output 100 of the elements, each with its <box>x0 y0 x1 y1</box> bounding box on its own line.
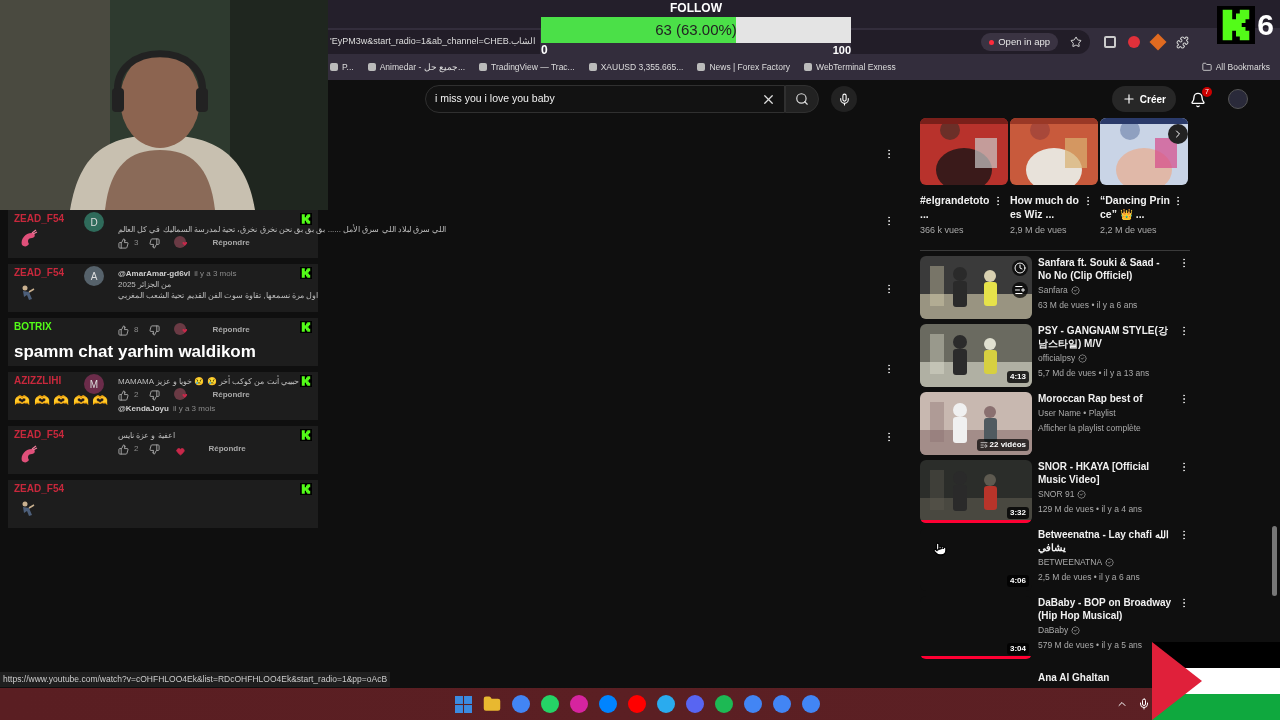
video-title[interactable]: DaBaby - BOP on Broadway (Hip Hop Musical) <box>1038 596 1172 622</box>
goal-max: 100 <box>832 43 851 57</box>
search-text: i miss you i love you baby <box>435 91 555 107</box>
dislike-icon[interactable] <box>149 443 161 455</box>
app-icon[interactable] <box>628 695 646 713</box>
video-title[interactable]: Sanfara ft. Souki & Saad - No No (Clip Officiel) <box>1038 256 1172 282</box>
bookmark-star-icon[interactable] <box>1070 36 1082 48</box>
bookmark-link[interactable]: XAUUSD 3,355.665... <box>588 60 684 74</box>
like-icon[interactable] <box>118 237 129 249</box>
k-logo-icon <box>300 375 312 387</box>
open-in-app-button[interactable]: Open in app <box>981 33 1058 51</box>
app-icon[interactable] <box>599 695 617 713</box>
reply-button[interactable]: Répondre <box>212 389 250 401</box>
chat-username: AZIZZLIHI <box>14 374 62 387</box>
notifications-icon[interactable] <box>1190 92 1206 108</box>
all-bookmarks-link[interactable]: All Bookmarks <box>1201 60 1270 74</box>
video-meta: 579 M de vues • il y a 5 ans <box>1038 638 1144 652</box>
video-duration: 3:04 <box>1007 643 1029 655</box>
goal-min: 0 <box>541 43 548 57</box>
bookmark-link[interactable]: News | Forex Factory <box>697 60 790 74</box>
bookmark-link[interactable]: TradingView — Trac... <box>479 60 575 74</box>
short-title[interactable]: #elgrandetoto ... <box>920 193 992 221</box>
video-title[interactable]: Ana Al Ghaltan <box>1038 672 1110 683</box>
kick-logo-icon <box>1217 5 1256 45</box>
comment-author[interactable]: @KendaJoyu <box>118 403 169 414</box>
playlist-link[interactable]: Afficher la playlist complète <box>1038 421 1172 435</box>
bookmark-link[interactable]: P... <box>330 60 354 74</box>
chat-username: ZEAD_F54 <box>14 212 64 225</box>
app-icon[interactable] <box>744 695 762 713</box>
address-bar[interactable]: 'EyPM3w&start_radio=1&ab_channel=CHEB.الشاب <box>328 30 540 54</box>
chat-username: ZEAD_F54 <box>14 428 64 441</box>
like-icon[interactable] <box>118 389 129 401</box>
video-title[interactable]: Betweenatna - Lay chafi الله يشافي <box>1038 528 1172 554</box>
search-button[interactable] <box>785 85 819 113</box>
video-meta: 63 M de vues • il y a 6 ans <box>1038 298 1139 312</box>
search-icon <box>795 92 809 106</box>
app-icon[interactable] <box>657 695 675 713</box>
bookmark-link[interactable]: WebTerminal Exness <box>804 60 896 74</box>
url-text: 'EyPM3w&start_radio=1&ab_channel=CHEB.الشاب <box>330 35 537 49</box>
chat-username: BOTRIX <box>14 320 52 333</box>
channel-name[interactable]: BETWEENATNA <box>1038 556 1103 569</box>
app-icon[interactable] <box>802 695 820 713</box>
channel-name[interactable]: Sanfara <box>1038 284 1068 297</box>
search-field[interactable]: i miss you i love you baby <box>425 85 785 113</box>
goal-title: FOLLOW <box>670 0 722 17</box>
reply-button[interactable]: Répondre <box>208 443 246 455</box>
chat-username: ZEAD_F54 <box>14 482 64 495</box>
app-icon[interactable] <box>570 695 588 713</box>
video-title[interactable]: SNOR - HKAYA [Official Music Video] <box>1038 460 1172 486</box>
playlist-count: 22 vidéos <box>976 439 1029 451</box>
windows-icon[interactable] <box>455 695 472 713</box>
video-title[interactable]: PSY - GANGNAM STYLE(강남스타일) M/V <box>1038 324 1172 350</box>
like-count: 8 <box>134 324 139 336</box>
voice-search-button[interactable] <box>831 86 857 112</box>
app-icon[interactable] <box>686 695 704 713</box>
avatar: D <box>84 212 104 232</box>
dislike-icon[interactable] <box>149 237 161 249</box>
microphone-icon[interactable] <box>1138 698 1150 710</box>
comment-time: il y a 3 mois <box>172 403 216 414</box>
app-icon[interactable] <box>715 695 733 713</box>
like-icon[interactable] <box>118 324 129 336</box>
create-button[interactable]: Créer <box>1111 86 1176 112</box>
chat-message: 🫶 🫶 🫶 🫶 🫶 <box>14 393 109 409</box>
extensions-icon[interactable] <box>1176 35 1189 49</box>
like-count: 3 <box>134 237 139 249</box>
video-title[interactable]: Moroccan Rap best of <box>1038 392 1172 405</box>
channel-name[interactable]: DaBaby <box>1038 624 1069 637</box>
bookmark-link[interactable]: Animedar - جميع حل... <box>367 60 466 74</box>
scrollbar-thumb[interactable] <box>1272 526 1277 596</box>
dislike-icon[interactable] <box>149 389 161 401</box>
app-icon[interactable] <box>512 695 530 713</box>
channel-name[interactable]: officialpsy <box>1038 352 1076 365</box>
video-duration: 3:32 <box>1007 507 1029 519</box>
extension-icon[interactable] <box>1104 36 1116 48</box>
reply-button[interactable]: Répondre <box>212 237 250 249</box>
microphone-icon <box>837 92 851 106</box>
comment-text: اعفية و عزة نايس <box>118 430 175 441</box>
chat-message: spamm chat yarhim waldikom <box>14 341 256 363</box>
k-logo-icon <box>300 429 312 441</box>
k-logo-icon <box>300 213 312 225</box>
channel-name[interactable]: SNOR 91 <box>1038 488 1075 501</box>
folder-icon[interactable] <box>483 695 501 713</box>
video-duration: 4:06 <box>1007 575 1029 587</box>
counter: 6 <box>1257 8 1274 42</box>
like-icon[interactable] <box>118 443 129 455</box>
dislike-icon[interactable] <box>149 324 161 336</box>
short-title[interactable]: “Dancing Prince” 👑 ... <box>1100 193 1172 221</box>
goal-reading: 63 (63.00%) <box>655 19 737 40</box>
plus-icon <box>1121 92 1136 106</box>
video-duration: 4:13 <box>1007 371 1029 383</box>
comment-text: اول مرة نسمعها, تقاوة سوت الفن القديم تحية الشعب المغربي <box>118 290 319 301</box>
reply-button[interactable]: Répondre <box>212 324 250 336</box>
app-icon[interactable] <box>541 695 559 713</box>
comment-author[interactable]: @AmarAmar-gd6vl <box>118 268 191 279</box>
app-icon[interactable] <box>773 695 791 713</box>
channel-name[interactable]: User Name • Playlist <box>1038 407 1116 420</box>
avatar: M <box>84 374 104 394</box>
video-meta: 129 M de vues • il y a 4 ans <box>1038 502 1144 516</box>
folder-icon <box>1201 62 1212 72</box>
short-title[interactable]: How much does Wiz ... <box>1010 193 1082 221</box>
